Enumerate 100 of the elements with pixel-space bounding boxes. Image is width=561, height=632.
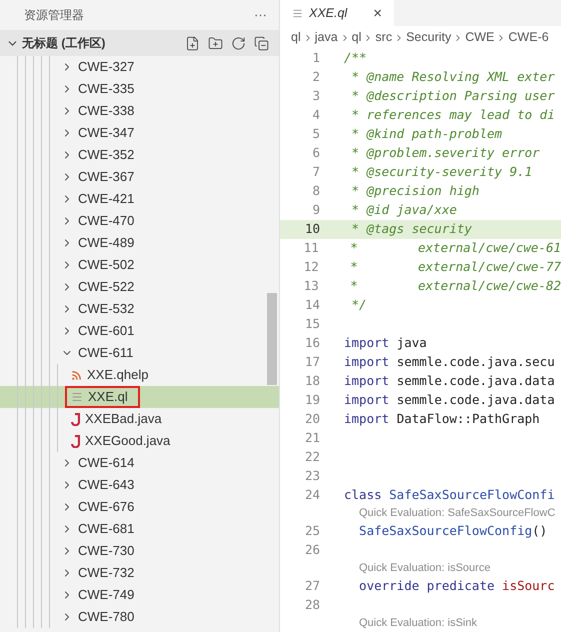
line-number: 27 [304, 577, 320, 596]
folder-item[interactable]: CWE-614 [0, 452, 279, 474]
file-item[interactable]: XXEBad.java [0, 408, 279, 430]
line-number: 16 [304, 334, 320, 352]
more-button[interactable]: ··· [254, 5, 267, 25]
file-label: XXEGood.java [85, 432, 170, 450]
collapse-icon[interactable] [254, 36, 269, 50]
folder-item[interactable]: CWE-347 [0, 122, 279, 144]
new-folder-icon[interactable] [208, 36, 223, 50]
line-number: 24 [304, 486, 320, 504]
code-line: SafeSaxSourceFlowConfig() [358, 522, 548, 540]
breadcrumb-item[interactable]: java [314, 28, 338, 47]
hook-icon [71, 412, 80, 426]
code-line: * external/cwe/cwe-82 [349, 277, 561, 296]
folder-item[interactable]: CWE-421 [0, 188, 279, 210]
code-line: import semmle.code.java.data [344, 372, 555, 390]
line-number: 3 [311, 87, 320, 106]
workspace-header[interactable]: 无标题 (工作区) [0, 30, 279, 56]
line-number: 23 [304, 467, 320, 486]
file-item[interactable]: XXE.ql [0, 386, 279, 408]
line-number: 18 [304, 372, 320, 390]
code-line: * @precision high [350, 182, 480, 200]
line-number: 7 [311, 163, 320, 182]
line-number: 20 [304, 410, 320, 428]
code-line: * @tags security [350, 220, 472, 238]
file-label: XXE.ql [88, 388, 128, 406]
code-line: import semmle.code.java.data [344, 391, 555, 410]
breadcrumb-item[interactable]: CWE [465, 28, 494, 47]
folder-item[interactable]: CWE-532 [0, 298, 279, 320]
rss-icon [71, 370, 82, 380]
folder-item[interactable]: CWE-352 [0, 144, 279, 166]
code-line: * @id java/xxe [350, 201, 457, 220]
folder-item[interactable]: CWE-730 [0, 540, 279, 562]
line-number: 2 [311, 68, 320, 86]
code-line: import semmle.code.java.secu [344, 353, 555, 372]
code-line: import java [344, 334, 427, 352]
folder-item[interactable]: CWE-676 [0, 496, 279, 518]
line-number: 5 [311, 125, 320, 144]
code-line: /** [344, 49, 367, 68]
code-line: * references may lead to di [350, 106, 555, 124]
folder-item[interactable]: CWE-522 [0, 276, 279, 298]
folder-item[interactable]: CWE-327 [0, 56, 279, 78]
code-line: * @description Parsing user [350, 87, 555, 106]
file-label: XXEBad.java [85, 410, 162, 428]
folder-item[interactable]: CWE-732 [0, 562, 279, 584]
file-item[interactable]: XXEGood.java [0, 430, 279, 452]
folder-item[interactable]: CWE-780 [0, 606, 279, 628]
folder-item[interactable]: CWE-502 [0, 254, 279, 276]
hook-icon [71, 434, 80, 448]
folder-item[interactable]: CWE-749 [0, 584, 279, 606]
breadcrumb-item[interactable]: Security [406, 28, 452, 47]
line-number: 19 [304, 391, 320, 410]
scrollbar-thumb[interactable] [267, 293, 277, 385]
file-label: XXE.qhelp [87, 366, 148, 384]
breadcrumb-item[interactable]: ql [352, 28, 362, 47]
line-number: 11 [302, 239, 319, 258]
code-line: import DataFlow::PathGraph [344, 410, 540, 428]
code-line: * external/cwe/cwe-77 [349, 258, 561, 276]
line-number: 26 [304, 541, 320, 560]
code-line: */ [350, 296, 367, 314]
folder-item[interactable]: CWE-489 [0, 232, 279, 254]
line-number: 4 [311, 106, 320, 124]
folder-item[interactable]: CWE-643 [0, 474, 279, 496]
folder-item[interactable]: CWE-681 [0, 518, 279, 540]
breadcrumb-item[interactable]: CWE-6 [508, 28, 549, 47]
line-number: 12 [302, 258, 319, 276]
line-number: 28 [304, 596, 320, 614]
line-number: 21 [304, 429, 320, 448]
folder-item[interactable]: CWE-338 [0, 100, 279, 122]
line-number: 1 [311, 49, 320, 68]
editor-tab[interactable]: XXE.ql × [280, 0, 394, 26]
line-number: 17 [304, 353, 320, 372]
refresh-icon[interactable] [231, 36, 246, 50]
folder-item[interactable]: CWE-611 [0, 342, 279, 364]
new-file-icon[interactable] [185, 36, 200, 50]
folder-item[interactable]: CWE-335 [0, 78, 279, 100]
code-line: * @kind path-problem [350, 125, 502, 144]
workspace-label: 无标题 (工作区) [22, 35, 106, 52]
code-line: class SafeSaxSourceFlowConfi [344, 486, 555, 504]
folder-item[interactable]: CWE-367 [0, 166, 279, 188]
code-line: * @security-severity 9.1 [350, 163, 532, 182]
line-number: 22 [304, 448, 320, 466]
file-lines-icon [71, 391, 83, 403]
breadcrumb-item[interactable]: src [375, 28, 392, 47]
breadcrumb-item[interactable]: ql [291, 28, 301, 47]
line-number: 15 [304, 315, 320, 334]
code-line: * external/cwe/cwe-61 [349, 239, 561, 258]
folder-item[interactable]: CWE-601 [0, 320, 279, 342]
line-number: 13 [302, 277, 319, 296]
code-line: override predicate isSourc [358, 577, 555, 596]
line-number: 6 [311, 144, 320, 162]
panel-title: 资源管理器 [24, 7, 84, 24]
line-number: 9 [311, 201, 320, 220]
line-number: 8 [311, 182, 320, 200]
folder-item[interactable]: CWE-470 [0, 210, 279, 232]
line-number: 25 [304, 522, 320, 540]
close-button[interactable]: × [373, 6, 382, 21]
file-lines-icon [292, 8, 303, 19]
code-line: * @problem.severity error [350, 144, 540, 162]
code-line: * @name Resolving XML exter [350, 68, 555, 86]
